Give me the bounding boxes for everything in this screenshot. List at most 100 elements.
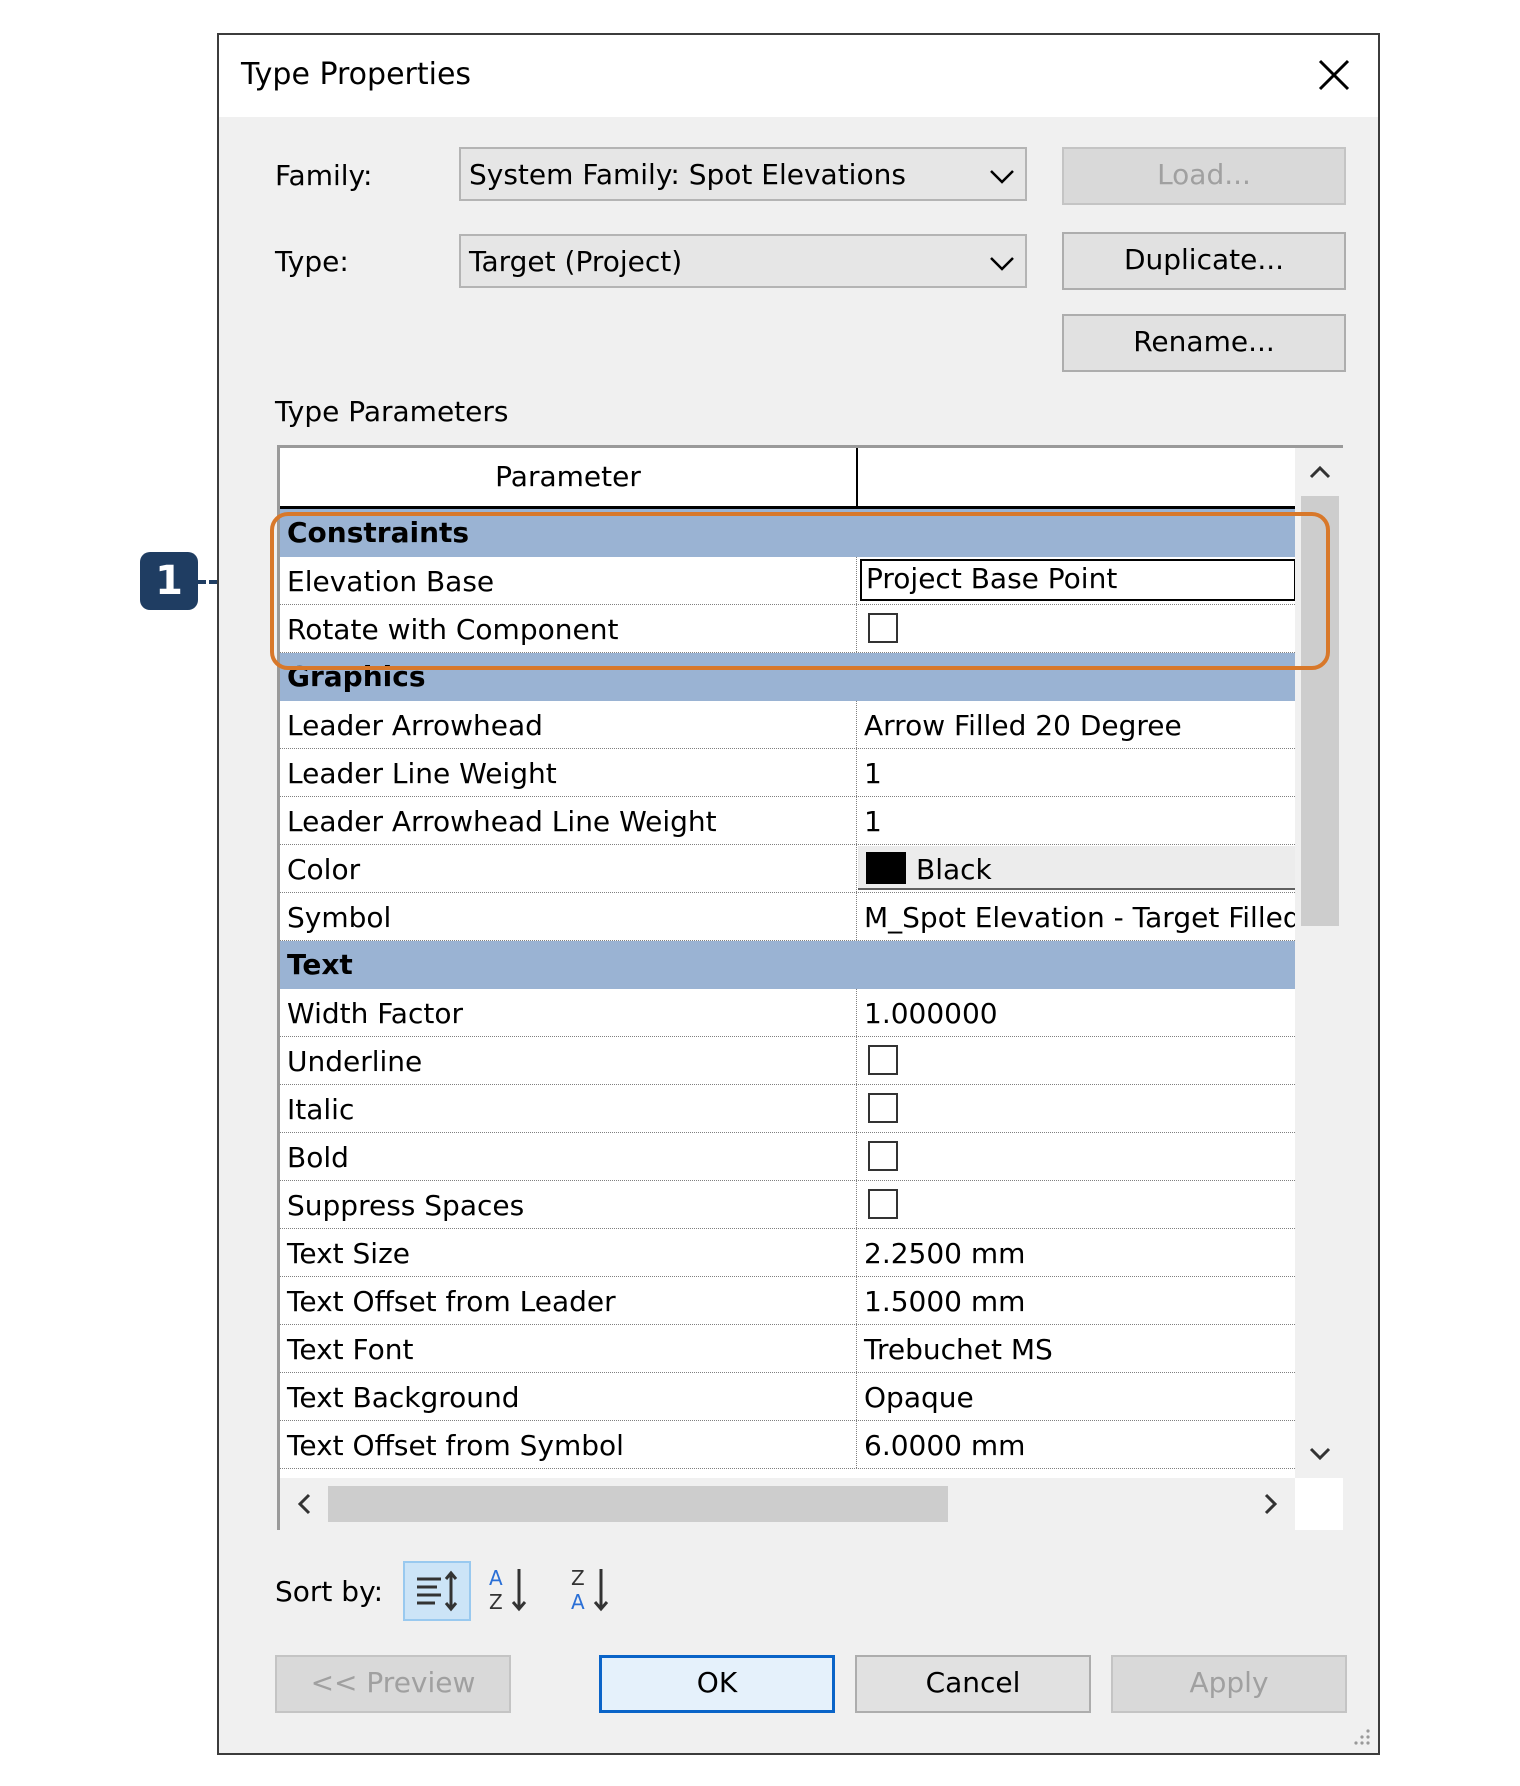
type-label: Type: [275,245,349,278]
family-value: System Family: Spot Elevations [469,158,906,191]
parameter-value[interactable]: 1 [864,805,882,838]
parameter-row[interactable]: Suppress Spaces [280,1181,1295,1229]
column-divider [856,1373,857,1420]
parameter-name: Symbol [287,901,392,934]
parameter-value[interactable]: 1.5000 mm [864,1285,1025,1318]
parameter-name: Text Size [287,1237,411,1270]
column-divider [856,1229,857,1276]
svg-text:Z: Z [571,1566,585,1590]
parameter-row[interactable]: Color Black [280,845,1295,893]
column-divider [856,1085,857,1132]
family-dropdown[interactable]: System Family: Spot Elevations [459,147,1027,201]
parameter-name: Bold [287,1141,349,1174]
parameter-row[interactable]: Leader Line Weight 1 [280,749,1295,797]
parameter-row[interactable]: Symbol M_Spot Elevation - Target Filled [280,893,1301,941]
parameter-row[interactable]: Text Font Trebuchet MS [280,1325,1295,1373]
sort-grouped-button[interactable] [403,1561,471,1621]
parameter-row[interactable]: Underline [280,1037,1295,1085]
type-parameters-label: Type Parameters [275,395,509,428]
parameter-checkbox[interactable] [868,1189,898,1219]
column-divider [856,1037,857,1084]
horizontal-scroll-thumb[interactable] [328,1486,948,1522]
svg-text:A: A [489,1566,503,1590]
parameter-name: Text Offset from Symbol [287,1429,624,1462]
chevron-down-icon [990,257,1014,271]
chevron-down-icon [990,170,1014,184]
ok-button[interactable]: OK [599,1655,835,1713]
parameter-row[interactable]: Width Factor 1.000000 [280,989,1295,1037]
parameter-value[interactable]: Trebuchet MS [864,1333,1053,1366]
column-divider [856,845,857,892]
parameter-value[interactable]: 1.000000 [864,997,998,1030]
rename-button[interactable]: Rename... [1062,314,1346,372]
family-label: Family: [275,159,373,192]
sort-ascending-button[interactable]: A Z [481,1561,549,1621]
column-divider [856,893,857,940]
parameter-checkbox[interactable] [868,1141,898,1171]
type-dropdown[interactable]: Target (Project) [459,234,1027,288]
parameter-row[interactable]: Text Offset from Symbol 6.0000 mm [280,1421,1295,1469]
parameter-row[interactable]: Text Offset from Leader 1.5000 mm [280,1277,1295,1325]
scroll-right-icon[interactable] [1255,1489,1285,1519]
scroll-left-icon[interactable] [290,1489,320,1519]
parameter-name: Text Font [287,1333,414,1366]
resize-grip-icon[interactable] [1350,1725,1372,1747]
sort-by-label: Sort by: [275,1575,384,1608]
parameter-row[interactable]: Text Size 2.2500 mm [280,1229,1295,1277]
column-divider [856,1277,857,1324]
sort-descending-button[interactable]: Z A [563,1561,631,1621]
parameter-row[interactable]: Text Background Opaque [280,1373,1295,1421]
parameter-row[interactable]: Bold [280,1133,1295,1181]
type-value: Target (Project) [469,245,683,278]
parameter-name: Suppress Spaces [287,1189,525,1222]
title-bar: Type Properties [219,35,1378,117]
parameter-name: Width Factor [287,997,463,1030]
parameter-value[interactable]: M_Spot Elevation - Target Filled [864,901,1301,934]
column-divider [856,701,857,748]
parameter-name: Text Offset from Leader [287,1285,616,1318]
apply-button[interactable]: Apply [1111,1655,1347,1713]
callout-badge: 1 [140,552,198,610]
parameter-value[interactable]: 1 [864,757,882,790]
svg-text:Z: Z [489,1590,503,1614]
parameter-name: Underline [287,1045,423,1078]
color-swatch [866,852,906,884]
parameter-value[interactable]: 6.0000 mm [864,1429,1025,1462]
sort-az-icon: A Z [489,1566,527,1614]
column-divider [856,1325,857,1372]
parameter-name: Italic [287,1093,355,1126]
horizontal-scrollbar[interactable] [280,1478,1295,1530]
parameter-column-header[interactable]: Parameter [280,448,858,506]
svg-text:A: A [571,1590,585,1614]
column-divider [856,1421,857,1468]
parameter-value[interactable]: Arrow Filled 20 Degree [864,709,1182,742]
scroll-up-icon[interactable] [1305,458,1335,488]
duplicate-button[interactable]: Duplicate... [1062,232,1346,290]
column-divider [856,749,857,796]
parameter-checkbox[interactable] [868,1093,898,1123]
parameter-checkbox[interactable] [868,1045,898,1075]
parameter-value[interactable]: Opaque [864,1381,974,1414]
parameter-row[interactable]: Leader Arrowhead Arrow Filled 20 Degree [280,701,1295,749]
load-button[interactable]: Load... [1062,147,1346,205]
type-properties-dialog: Type Properties Family: System Family: S… [217,33,1380,1755]
parameter-row[interactable]: Italic [280,1085,1295,1133]
column-divider [856,1181,857,1228]
grid-header: Parameter [280,448,1295,509]
parameter-value: Black [916,853,992,886]
preview-button[interactable]: << Preview [275,1655,511,1713]
parameter-value[interactable]: 2.2500 mm [864,1237,1025,1270]
parameter-name: Leader Arrowhead [287,709,543,742]
constraints-highlight-box [270,512,1330,670]
parameter-row[interactable]: Leader Arrowhead Line Weight 1 [280,797,1295,845]
column-divider [856,989,857,1036]
column-divider [856,1133,857,1180]
sort-za-icon: Z A [571,1566,609,1614]
cancel-button[interactable]: Cancel [855,1655,1091,1713]
close-icon[interactable] [1308,49,1360,101]
parameter-name: Leader Arrowhead Line Weight [287,805,717,838]
group-header-text[interactable]: Text [280,941,1295,989]
parameter-name: Color [287,853,361,886]
scroll-down-icon[interactable] [1305,1438,1335,1468]
dialog-title: Type Properties [241,57,472,92]
